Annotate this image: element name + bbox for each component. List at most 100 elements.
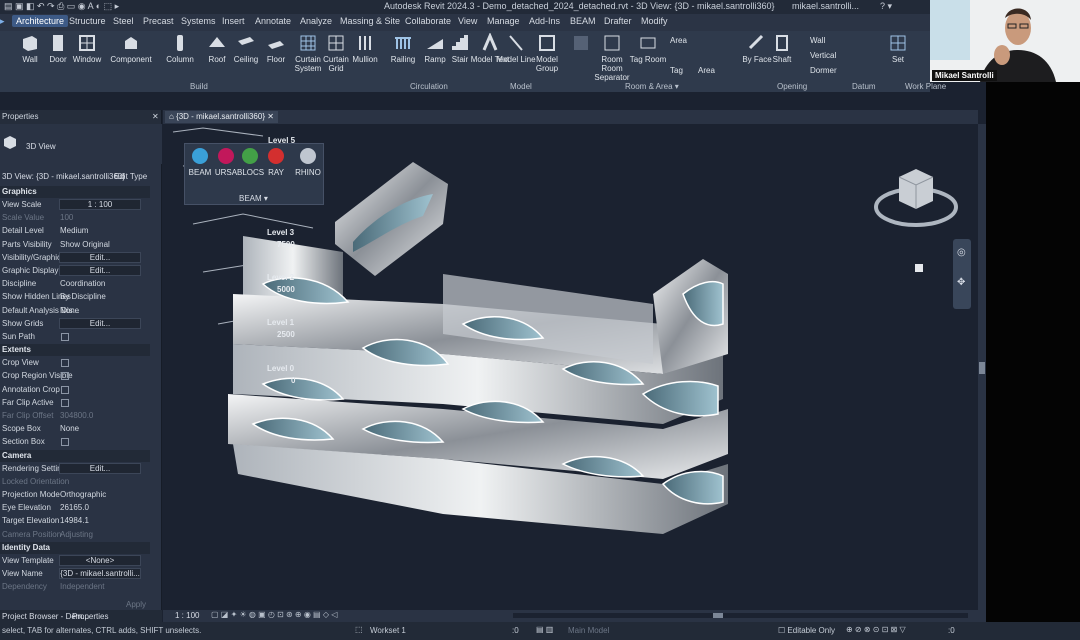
area-tag-button[interactable]: Area <box>698 66 715 75</box>
property-row[interactable]: Graphic Display Opt... Edit... <box>0 265 150 278</box>
window-button[interactable]: Window <box>67 33 107 64</box>
property-row[interactable]: Visibility/Graphics O... Edit... <box>0 251 150 265</box>
tab-annotate[interactable]: Annotate <box>255 16 291 26</box>
tab-architecture[interactable]: Architecture <box>12 15 69 27</box>
section-camera[interactable]: Camera <box>0 449 150 462</box>
wall-opening-button[interactable]: Wall <box>810 36 825 45</box>
property-row[interactable]: Default Analysis Dis... None <box>0 305 150 318</box>
mullion-button[interactable]: Mullion <box>345 33 385 64</box>
property-row[interactable]: Dependency Independent <box>0 581 150 594</box>
vertical-opening-button[interactable]: Vertical <box>810 51 836 60</box>
property-row[interactable]: Scope Box None <box>0 423 150 436</box>
section-identity[interactable]: Identity Data <box>0 541 150 554</box>
tab-view[interactable]: View <box>458 16 477 26</box>
tab-insert[interactable]: Insert <box>222 16 245 26</box>
tab-structure[interactable]: Structure <box>69 16 106 26</box>
file-tab[interactable]: ▸ <box>0 16 5 27</box>
property-row[interactable]: Detail Level Medium <box>0 225 150 238</box>
property-row[interactable]: Scale Value 100 <box>0 212 150 225</box>
room-separator-button[interactable]: Room Room Separator <box>592 33 632 82</box>
dormer-button[interactable]: Dormer <box>810 66 837 75</box>
viewcube[interactable] <box>871 159 961 234</box>
group-room-area[interactable]: Room & Area ▾ <box>625 82 679 91</box>
property-row[interactable]: Parts Visibility Show Original <box>0 239 150 252</box>
column-button[interactable]: Column <box>160 33 200 64</box>
beam-palette-title[interactable]: BEAM ▾ <box>239 194 268 203</box>
close-icon[interactable]: ✕ <box>152 112 159 121</box>
tab-steel[interactable]: Steel <box>113 16 134 26</box>
navigation-bar[interactable]: ◎ ✥ <box>953 239 971 309</box>
property-row[interactable]: Show Hidden Lines By Discipline <box>0 291 150 304</box>
tab-precast[interactable]: Precast <box>143 16 174 26</box>
property-checkbox[interactable] <box>61 359 69 368</box>
property-checkbox[interactable] <box>61 372 69 381</box>
property-row[interactable]: Far Clip Active <box>0 397 150 410</box>
section-graphics[interactable]: Graphics <box>0 186 150 198</box>
apply-button[interactable]: Apply <box>126 600 146 609</box>
property-row[interactable]: Annotation Crop <box>0 384 150 397</box>
selection-filters[interactable]: ⊕ ⊘ ⊗ ⊙ ⊡ ⊠ ▽ <box>846 625 906 634</box>
property-row[interactable]: Camera Position Adjusting <box>0 529 150 542</box>
property-value-field[interactable]: Edit... <box>59 317 141 329</box>
property-checkbox[interactable] <box>61 438 69 447</box>
tab-systems[interactable]: Systems <box>181 16 216 26</box>
tab-analyze[interactable]: Analyze <box>300 16 332 26</box>
property-row[interactable]: Discipline Coordination <box>0 278 150 291</box>
property-row[interactable]: Projection Mode Orthographic <box>0 489 150 502</box>
property-row[interactable]: Section Box <box>0 436 150 449</box>
view-tab-3d[interactable]: ⌂ {3D - mikael.santrolli360} ✕ <box>165 111 278 123</box>
view-scale[interactable]: 1 : 100 <box>175 611 199 620</box>
property-row[interactable]: Far Clip Offset 304800.0 <box>0 410 150 423</box>
pan-icon[interactable]: ✥ <box>957 277 965 288</box>
tag-button[interactable]: Tag <box>670 66 683 75</box>
tag-room-button[interactable]: Tag Room <box>628 33 668 64</box>
property-checkbox[interactable] <box>61 333 69 341</box>
vertical-scrollbar[interactable] <box>978 124 986 622</box>
steering-wheel-icon[interactable]: ◎ <box>957 247 966 258</box>
view-controls[interactable]: ▢ ◪ ✦ ☀ ◍ ▣ ◴ ⊡ ⊛ ⊕ ◉ ▤ ◇ ◁ <box>211 610 337 619</box>
property-checkbox[interactable] <box>61 385 69 394</box>
shaft-button[interactable]: Shaft <box>762 33 802 64</box>
property-checkbox[interactable] <box>61 398 69 407</box>
property-value-field[interactable]: <None> <box>59 554 141 566</box>
tab-modify[interactable]: Modify <box>641 16 668 26</box>
user-account[interactable]: mikael.santrolli... <box>792 1 859 11</box>
set-button[interactable]: Set <box>878 33 918 64</box>
property-value-field[interactable]: 1 : 100 <box>59 199 141 210</box>
property-value-field[interactable]: Edit... <box>59 251 141 263</box>
beam-tool-button[interactable]: BEAM <box>187 148 213 177</box>
editable-only-toggle[interactable]: ☐ Editable Only <box>778 626 835 635</box>
tab-beam[interactable]: BEAM <box>570 16 596 26</box>
quick-access-toolbar[interactable]: ▤ ▣ ◧ ↶ ↷ ⎙ ▭ ◉ A ◐ ⬚ ▸ <box>4 1 119 12</box>
help-icon[interactable]: ? ▾ <box>880 1 892 12</box>
area-button[interactable]: Area <box>670 36 687 45</box>
rhino-tool-button[interactable]: RHINO <box>295 148 321 177</box>
tab-add-ins[interactable]: Add-Ins <box>529 16 560 26</box>
blocs-tool-button[interactable]: BLOCS <box>237 148 264 177</box>
edit-type-button[interactable]: Edit Type <box>114 172 147 181</box>
component-button[interactable]: Component <box>108 33 154 64</box>
property-row[interactable]: Rendering Settings Edit... <box>0 462 150 476</box>
design-options-icon[interactable]: ▤ ▥ <box>536 625 553 634</box>
property-row[interactable]: Locked Orientation <box>0 476 150 489</box>
ray-tool-button[interactable]: RAY <box>263 148 289 177</box>
level-0-label[interactable]: Level 0 <box>267 364 294 373</box>
tab-massing-site[interactable]: Massing & Site <box>340 16 400 26</box>
type-selector[interactable]: 3D View <box>0 124 162 164</box>
level-3-label[interactable]: Level 3 <box>267 228 294 237</box>
design-option-selector[interactable]: Main Model <box>568 626 609 635</box>
property-row[interactable]: View Name {3D - mikael.santrolli... <box>0 568 150 581</box>
level-1-label[interactable]: Level 1 <box>267 318 294 327</box>
instance-selector[interactable]: 3D View: {3D - mikael.santrolli360} Edit… <box>0 170 162 184</box>
tab-drafter[interactable]: Drafter <box>604 16 632 26</box>
property-row[interactable]: View Scale 1 : 100 <box>0 199 150 212</box>
property-row[interactable]: View Template <None> <box>0 554 150 568</box>
tab-manage[interactable]: Manage <box>487 16 520 26</box>
property-row[interactable]: Crop Region Visible <box>0 370 150 383</box>
property-row[interactable]: Target Elevation 14984.1 <box>0 515 150 528</box>
section-extents[interactable]: Extents <box>0 344 150 357</box>
property-row[interactable]: Eye Elevation 26165.0 <box>0 502 150 515</box>
property-row[interactable]: Crop View <box>0 357 150 370</box>
level-2-label[interactable]: Level 2 <box>267 273 294 282</box>
horizontal-scrollbar[interactable] <box>513 613 968 618</box>
